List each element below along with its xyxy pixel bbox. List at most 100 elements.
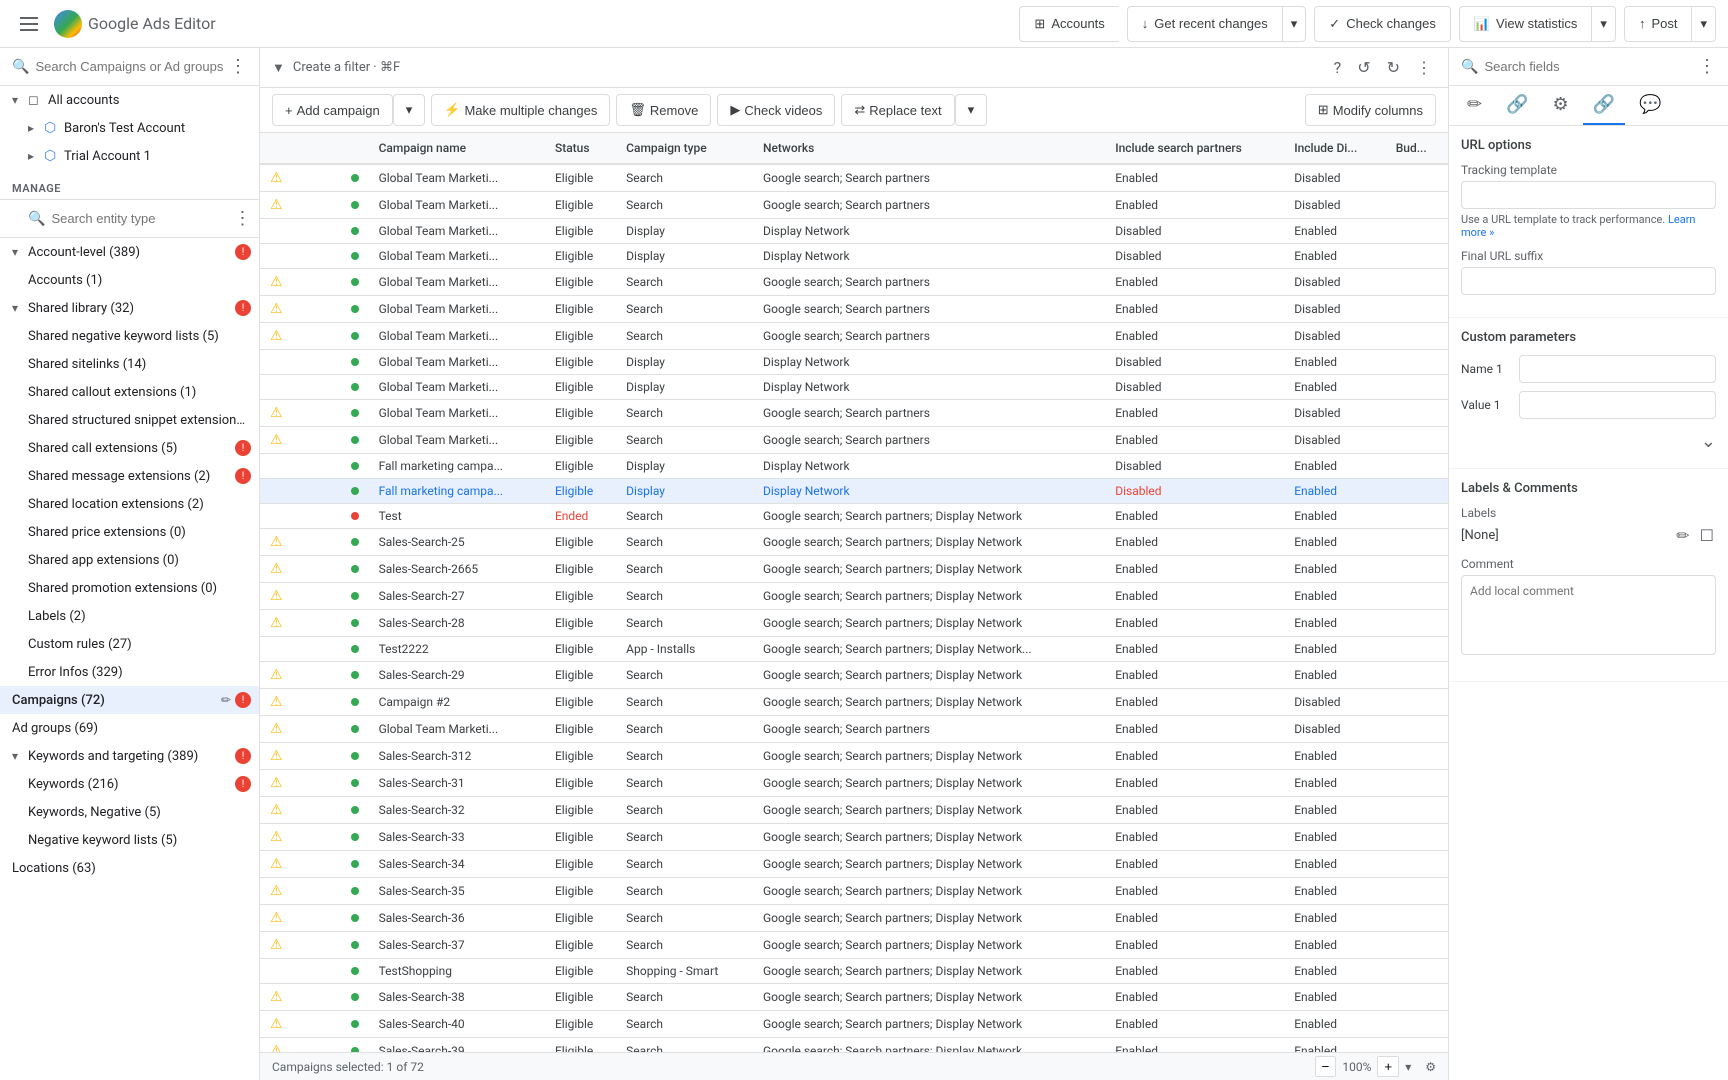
campaign-link[interactable]: Fall marketing campa...: [379, 484, 504, 498]
make-multiple-changes-button[interactable]: ⚡ Make multiple changes: [431, 94, 610, 126]
campaign-name-cell[interactable]: Global Team Marketi...: [369, 296, 545, 323]
sidebar-item-barons-test-account[interactable]: ▸ ⬡ Baron's Test Account: [0, 114, 259, 142]
table-row[interactable]: ⚠ Sales-Search-38 Eligible Search Google…: [260, 984, 1448, 1011]
modify-columns-button[interactable]: ⊞ Modify columns: [1305, 94, 1436, 126]
table-row[interactable]: ⚠ Sales-Search-37 Eligible Search Google…: [260, 932, 1448, 959]
col-warning[interactable]: [260, 133, 293, 164]
table-row[interactable]: TestShopping Eligible Shopping - Smart G…: [260, 959, 1448, 984]
col-search-partners[interactable]: Include search partners: [1105, 133, 1284, 164]
sidebar-item-sitelinks[interactable]: Shared sitelinks (14): [0, 350, 259, 378]
campaign-name-cell[interactable]: Sales-Search-312: [369, 743, 545, 770]
sidebar-search-input[interactable]: [35, 59, 223, 74]
table-row[interactable]: ⚠ Sales-Search-28 Eligible Search Google…: [260, 610, 1448, 637]
table-row[interactable]: ⚠ Sales-Search-33 Eligible Search Google…: [260, 824, 1448, 851]
table-row[interactable]: ⚠ Sales-Search-40 Eligible Search Google…: [260, 1011, 1448, 1038]
table-row[interactable]: ⚠ Global Team Marketi... Eligible Search…: [260, 400, 1448, 427]
view-statistics-button[interactable]: 📊 View statistics: [1459, 6, 1592, 42]
sidebar-item-promotion-extensions[interactable]: Shared promotion extensions (0): [0, 574, 259, 602]
panel-more-icon[interactable]: ⋮: [1698, 56, 1716, 77]
campaign-name-cell[interactable]: Sales-Search-28: [369, 610, 545, 637]
table-row[interactable]: Global Team Marketi... Eligible Display …: [260, 219, 1448, 244]
table-row[interactable]: ⚠ Global Team Marketi... Eligible Search…: [260, 296, 1448, 323]
tab-comments[interactable]: 💬: [1629, 86, 1671, 125]
sidebar-item-neg-keywords[interactable]: Shared negative keyword lists (5): [0, 322, 259, 350]
label-more-icon[interactable]: ☐: [1698, 524, 1716, 547]
table-row[interactable]: ⚠ Sales-Search-32 Eligible Search Google…: [260, 797, 1448, 824]
table-row[interactable]: ⚠ Sales-Search-312 Eligible Search Googl…: [260, 743, 1448, 770]
campaign-name-cell[interactable]: Global Team Marketi...: [369, 400, 545, 427]
table-row[interactable]: Test Ended Search Google search; Search …: [260, 504, 1448, 529]
add-campaign-button[interactable]: + Add campaign: [272, 94, 393, 126]
table-row[interactable]: Global Team Marketi... Eligible Display …: [260, 375, 1448, 400]
zoom-out-button[interactable]: −: [1315, 1056, 1337, 1077]
sidebar-item-keywords-targeting[interactable]: ▾ Keywords and targeting (389) !: [0, 742, 259, 770]
campaign-name-cell[interactable]: Global Team Marketi...: [369, 427, 545, 454]
campaign-name-cell[interactable]: Sales-Search-32: [369, 797, 545, 824]
table-row[interactable]: ⚠ Sales-Search-25 Eligible Search Google…: [260, 529, 1448, 556]
col-campaign-type[interactable]: Campaign type: [616, 133, 753, 164]
check-changes-button[interactable]: ✓ Check changes: [1314, 6, 1451, 42]
table-row[interactable]: ⚠ Sales-Search-39 Eligible Search Google…: [260, 1038, 1448, 1053]
campaign-name-cell[interactable]: Global Team Marketi...: [369, 244, 545, 269]
campaign-name-cell[interactable]: Global Team Marketi...: [369, 323, 545, 350]
campaign-name-cell[interactable]: Test: [369, 504, 545, 529]
replace-text-button[interactable]: ⇄ Replace text: [841, 94, 954, 126]
tab-url[interactable]: 🔗: [1583, 86, 1625, 125]
entity-more-icon[interactable]: ⋮: [233, 208, 251, 229]
param-value-input[interactable]: [1519, 391, 1716, 419]
col-error[interactable]: [293, 133, 317, 164]
campaign-name-cell[interactable]: Sales-Search-36: [369, 905, 545, 932]
table-row[interactable]: Fall marketing campa... Eligible Display…: [260, 479, 1448, 504]
sidebar-item-all-accounts[interactable]: ▾ ◻ All accounts: [0, 86, 259, 114]
col-display[interactable]: Include Di...: [1284, 133, 1385, 164]
table-row[interactable]: ⚠ Global Team Marketi... Eligible Search…: [260, 323, 1448, 350]
sidebar-item-callout[interactable]: Shared callout extensions (1): [0, 378, 259, 406]
campaign-name-cell[interactable]: Test2222: [369, 637, 545, 662]
sidebar-item-structured-snippet[interactable]: Shared structured snippet extensions (1): [0, 406, 259, 434]
campaign-name-cell[interactable]: Fall marketing campa...: [369, 454, 545, 479]
sidebar-item-campaigns[interactable]: Campaigns (72) ✏ !: [0, 686, 259, 714]
campaign-name-cell[interactable]: Sales-Search-27: [369, 583, 545, 610]
sidebar-item-accounts[interactable]: Accounts (1): [0, 266, 259, 294]
table-row[interactable]: Test2222 Eligible App - Installs Google …: [260, 637, 1448, 662]
params-dropdown-icon[interactable]: ⌄: [1701, 431, 1716, 452]
redo-icon[interactable]: ↻: [1383, 54, 1404, 81]
table-row[interactable]: ⚠ Global Team Marketi... Eligible Search…: [260, 269, 1448, 296]
hamburger-menu[interactable]: [12, 9, 46, 39]
sidebar-item-labels[interactable]: Labels (2): [0, 602, 259, 630]
col-campaign-name[interactable]: Campaign name: [369, 133, 545, 164]
sidebar-item-price-extensions[interactable]: Shared price extensions (0): [0, 518, 259, 546]
get-recent-changes-arrow[interactable]: ▾: [1282, 6, 1307, 42]
sidebar-item-message-extensions[interactable]: Shared message extensions (2) !: [0, 462, 259, 490]
more-icon[interactable]: ⋮: [1412, 54, 1436, 81]
table-row[interactable]: ⚠ Global Team Marketi... Eligible Search…: [260, 192, 1448, 219]
table-row[interactable]: ⚠ Global Team Marketi... Eligible Search…: [260, 164, 1448, 192]
campaign-name-cell[interactable]: Global Team Marketi...: [369, 164, 545, 192]
campaign-name-cell[interactable]: TestShopping: [369, 959, 545, 984]
right-panel-search-input[interactable]: [1484, 59, 1692, 74]
sidebar-item-call-extensions[interactable]: Shared call extensions (5) !: [0, 434, 259, 462]
final-url-suffix-input[interactable]: [1461, 267, 1716, 295]
sidebar-item-account-level[interactable]: ▾ Account-level (389) !: [0, 238, 259, 266]
campaign-name-cell[interactable]: Sales-Search-37: [369, 932, 545, 959]
replace-text-arrow[interactable]: ▾: [955, 94, 988, 126]
comment-textarea[interactable]: [1461, 575, 1716, 655]
table-row[interactable]: ⚠ Campaign #2 Eligible Search Google sea…: [260, 689, 1448, 716]
get-recent-changes-button[interactable]: ↓ Get recent changes: [1127, 6, 1282, 42]
campaign-name-cell[interactable]: Sales-Search-25: [369, 529, 545, 556]
table-row[interactable]: ⚠ Sales-Search-2665 Eligible Search Goog…: [260, 556, 1448, 583]
campaign-name-cell[interactable]: Sales-Search-33: [369, 824, 545, 851]
sidebar-item-keywords-negative[interactable]: Keywords, Negative (5): [0, 798, 259, 826]
settings-icon[interactable]: ⚙: [1425, 1060, 1436, 1074]
remove-button[interactable]: 🗑 Remove: [616, 94, 711, 126]
campaign-name-cell[interactable]: Global Team Marketi...: [369, 192, 545, 219]
tab-link[interactable]: 🔗: [1496, 86, 1538, 125]
tab-edit[interactable]: ✏: [1457, 86, 1492, 125]
sidebar-item-ad-groups[interactable]: Ad groups (69): [0, 714, 259, 742]
campaign-name-cell[interactable]: Sales-Search-40: [369, 1011, 545, 1038]
col-status[interactable]: Status: [545, 133, 616, 164]
sidebar-item-app-extensions[interactable]: Shared app extensions (0): [0, 546, 259, 574]
table-row[interactable]: Global Team Marketi... Eligible Display …: [260, 244, 1448, 269]
undo-icon[interactable]: ↺: [1353, 54, 1374, 81]
param-name-input[interactable]: [1519, 355, 1716, 383]
